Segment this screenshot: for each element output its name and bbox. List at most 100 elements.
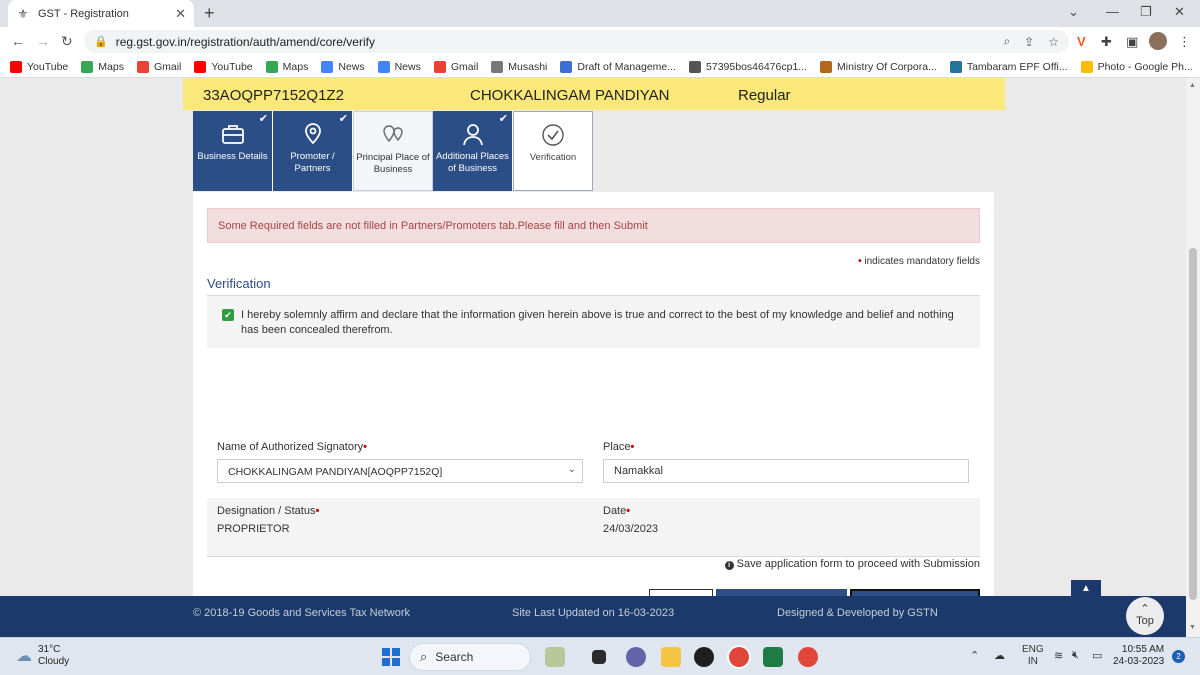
bookmark-item[interactable]: Maps (81, 60, 124, 73)
declaration-text: I hereby solemnly affirm and declare tha… (241, 309, 954, 336)
extensions-puzzle-icon[interactable]: ✚ (1101, 34, 1112, 50)
vivaldi-extension-icon[interactable]: V (1077, 34, 1086, 49)
designation-value: PROPRIETOR (217, 523, 290, 535)
bookmark-label: YouTube (211, 60, 253, 73)
browser-tab[interactable]: ⚜ GST - Registration ✕ (8, 0, 194, 27)
bookmark-item[interactable]: News (377, 60, 421, 73)
bookmark-star-icon[interactable]: ☆ (1048, 35, 1059, 49)
widget-art-icon[interactable] (545, 647, 565, 667)
bookmark-item[interactable]: Gmail (433, 60, 478, 73)
check-circle-icon (542, 124, 564, 146)
url-text: reg.gst.gov.in/registration/auth/amend/c… (115, 34, 375, 49)
reload-icon[interactable]: ↻ (61, 33, 73, 50)
signatory-label: Name of Authorized Signatory• (217, 441, 367, 453)
date-label-text: Date (603, 505, 627, 517)
bookmark-item[interactable]: News (321, 60, 365, 73)
required-marker: • (363, 441, 367, 453)
teams-chat-icon[interactable] (626, 647, 646, 667)
chevron-up-icon[interactable]: ▲ (1071, 580, 1101, 598)
bookmark-item[interactable]: Tambaram EPF Offi... (949, 60, 1068, 73)
bookmark-item[interactable]: YouTube (10, 60, 68, 73)
chevron-down-icon[interactable]: ⌄ (1068, 4, 1079, 20)
chrome-profile-icon[interactable] (798, 647, 818, 667)
place-input[interactable]: Namakkal (603, 459, 969, 483)
page-scrollbar[interactable]: ▲ ▼ (1186, 78, 1200, 637)
bookmark-item[interactable]: Musashi (491, 60, 547, 73)
place-label-text: Place (603, 441, 631, 453)
photos-icon (1080, 60, 1093, 73)
gstin: 33AOQPP7152Q1Z2 (203, 87, 344, 104)
step-business-details[interactable]: ✔ Business Details (193, 111, 273, 191)
close-tab-icon[interactable]: ✕ (175, 6, 186, 22)
restore-icon[interactable]: ❐ (1140, 4, 1152, 20)
profile-avatar[interactable] (1149, 32, 1167, 50)
mandatory-note: • indicates mandatory fields (858, 256, 980, 267)
share-icon[interactable]: ⇪ (1024, 35, 1034, 49)
back-to-top-button[interactable]: ⌃ Top (1126, 597, 1164, 635)
battery-icon[interactable]: ▭ (1092, 649, 1102, 662)
chrome-icon[interactable] (729, 647, 749, 667)
language-indicator[interactable]: ENG IN (1022, 644, 1044, 668)
site-footer: © 2018-19 Goods and Services Tax Network… (0, 596, 1186, 637)
bookmark-label: Ministry Of Corpora... (837, 60, 937, 73)
zoom-icon[interactable]: ⌕ (1003, 34, 1010, 49)
new-tab-icon[interactable]: + (204, 3, 215, 24)
wifi-icon[interactable]: ≋ (1054, 649, 1063, 662)
taxpayer-info-bar: 33AOQPP7152Q1Z2 CHOKKALINGAM PANDIYAN Re… (183, 78, 1005, 110)
section-title: Verification (207, 276, 271, 291)
lock-icon[interactable]: 🔒 (94, 35, 108, 48)
forward-arrow-icon[interactable]: → (36, 33, 50, 49)
menu-dots-icon[interactable]: ⋮ (1178, 34, 1191, 50)
registration-steps: ✔ Business Details ✔ Promoter / Partners… (193, 111, 593, 191)
bookmark-item[interactable]: Draft of Manageme... (560, 60, 676, 73)
onedrive-cloud-icon[interactable]: ☁ (994, 649, 1005, 662)
excel-icon[interactable] (763, 647, 783, 667)
chevron-up-icon[interactable]: ⌃ (970, 649, 979, 662)
info-icon: i (724, 561, 734, 570)
bookmark-item[interactable]: YouTube (194, 60, 253, 73)
declaration-checkbox[interactable]: ✔ (222, 309, 234, 321)
bookmarks-bar: YouTube Maps Gmail YouTube Maps News News Gmail… (0, 56, 1200, 78)
step-additional-places[interactable]: ✔ Additional Places of Business (433, 111, 513, 191)
bookmark-label: 57395bos46476cp1... (706, 60, 808, 73)
file-explorer-icon[interactable] (661, 647, 681, 667)
dell-icon[interactable] (694, 647, 714, 667)
minimize-icon[interactable]: — (1106, 4, 1119, 19)
doc-icon (560, 60, 573, 73)
step-verification[interactable]: Verification (513, 111, 593, 191)
speaker-muted-icon[interactable]: 🔇︎ (1072, 649, 1079, 662)
maps-icon (81, 60, 94, 73)
scroll-down-icon[interactable]: ▼ (1189, 624, 1196, 631)
notification-badge[interactable]: 2 (1172, 650, 1185, 663)
close-window-icon[interactable]: ✕ (1174, 4, 1185, 20)
designation-date-row (207, 498, 980, 556)
bookmark-label: News (394, 60, 421, 73)
scroll-up-icon[interactable]: ▲ (1189, 82, 1196, 89)
step-principal-place[interactable]: Principal Place of Business (353, 111, 433, 191)
date-label: Date• (603, 505, 630, 517)
bookmark-item[interactable]: Photo - Google Ph... (1080, 60, 1193, 73)
top-label: Top (1136, 615, 1154, 627)
bookmark-item[interactable]: Maps (265, 60, 308, 73)
required-marker: • (626, 505, 631, 517)
step-promoter-partners[interactable]: ✔ Promoter / Partners (273, 111, 353, 191)
bookmark-item[interactable]: Gmail (136, 60, 181, 73)
place-label: Place• (603, 441, 634, 453)
location-pin-icon (304, 123, 321, 145)
taskbar-search[interactable]: ⌕ Search (409, 643, 531, 671)
check-icon: ✔ (498, 113, 508, 125)
side-panel-icon[interactable]: ▣ (1126, 34, 1138, 50)
back-arrow-icon[interactable]: ← (11, 33, 25, 49)
temperature: 31°C (38, 644, 61, 655)
clock[interactable]: 10:55 AM 24-03-2023 (1113, 644, 1164, 668)
bookmark-item[interactable]: Ministry Of Corpora... (820, 60, 937, 73)
scrollbar-thumb[interactable] (1189, 248, 1197, 600)
bookmark-item[interactable]: 57395bos46476cp1... (689, 60, 808, 73)
url-field[interactable]: 🔒 reg.gst.gov.in/registration/auth/amend… (84, 30, 1069, 53)
task-view-icon[interactable] (592, 650, 606, 664)
language-code: ENG (1022, 644, 1044, 655)
signatory-select[interactable]: CHOKKALINGAM PANDIYAN[AOQPP7152Q] ⌄ (217, 459, 583, 483)
maps-icon (265, 60, 278, 73)
windows-start-icon[interactable] (382, 648, 400, 666)
weather-widget[interactable]: ☁ 31°C Cloudy (16, 644, 69, 668)
